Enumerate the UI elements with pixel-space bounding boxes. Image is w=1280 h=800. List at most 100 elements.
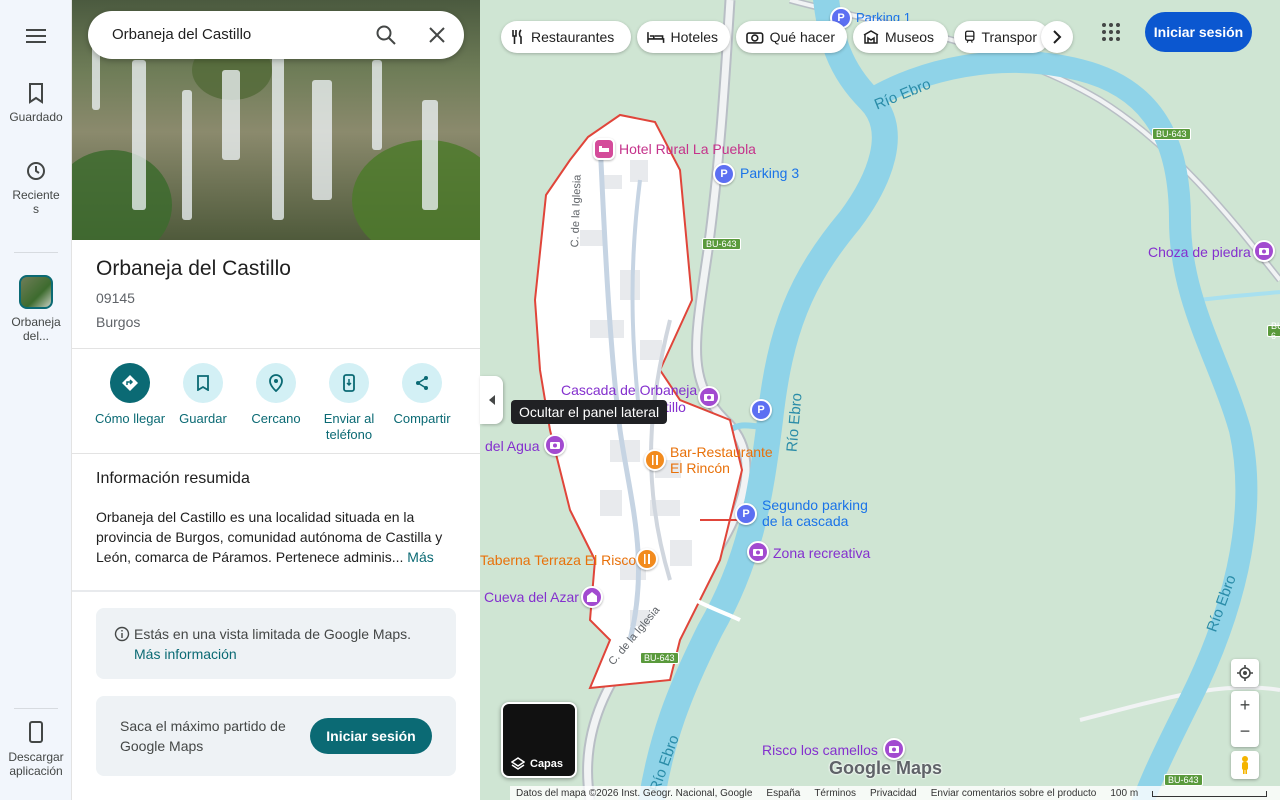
camera-icon	[746, 32, 764, 44]
search-box[interactable]: Orbaneja del Castillo	[88, 11, 464, 59]
zoom-out-icon[interactable]: −	[1240, 719, 1251, 747]
segundo-parking-label[interactable]: Segundo parking	[762, 497, 868, 513]
limited-view-text: Estás en una vista limitada de Google Ma…	[134, 626, 412, 642]
chip-label: Transpor	[981, 29, 1037, 45]
send-label-cont: teléfono	[325, 427, 373, 442]
scale-label[interactable]: 100 m	[1110, 788, 1138, 799]
rail-divider	[14, 252, 58, 253]
directions-icon	[122, 375, 138, 391]
promo-signin-button[interactable]: Iniciar sesión	[310, 718, 432, 754]
phone-send-icon	[343, 374, 355, 392]
taberna-label[interactable]: Taberna Terraza El Risco	[480, 552, 636, 568]
map-data-attribution: Datos del mapa ©2026 Inst. Geogr. Nacion…	[516, 787, 753, 799]
agua-label[interactable]: del Agua	[485, 438, 540, 454]
send-label: Enviar al	[323, 411, 375, 426]
road-badge: BU-643	[640, 652, 679, 664]
summary-text: Orbaneja del Castillo es una localidad s…	[96, 509, 443, 565]
saved-label: Guardado	[9, 110, 63, 124]
cueva-label[interactable]: Cueva del Azar	[484, 589, 579, 605]
search-icon[interactable]	[374, 23, 398, 47]
recent-place-label-cont: del...	[22, 329, 49, 343]
recent-label-cont: s	[33, 202, 39, 216]
risco-pin[interactable]	[883, 738, 905, 760]
promo-text-cont: Google Maps	[120, 738, 204, 754]
promo-text: Saca el máximo partido de	[120, 718, 286, 734]
signin-button[interactable]: Iniciar sesión	[1145, 12, 1252, 52]
zoom-in-icon[interactable]: +	[1240, 691, 1251, 719]
chip-label: Restaurantes	[531, 29, 615, 45]
bar-label-cont[interactable]: El Rincón	[670, 460, 730, 476]
directions-label: Cómo llegar	[94, 411, 166, 426]
send-to-phone-button[interactable]: Enviar al teléfono	[311, 363, 387, 443]
recent-place-label: Orbaneja	[11, 315, 61, 329]
cueva-pin[interactable]	[581, 586, 603, 608]
privacy-link[interactable]: Privacidad	[870, 788, 917, 799]
save-button[interactable]: Guardar	[165, 363, 241, 427]
layers-button[interactable]: Capas	[501, 702, 577, 778]
street-view-pegman[interactable]	[1231, 751, 1259, 779]
chip-label: Qué hacer	[769, 29, 835, 45]
zona-pin[interactable]	[747, 541, 769, 563]
choza-label[interactable]: Choza de piedra	[1148, 244, 1251, 260]
chip-hotels[interactable]: Hoteles	[637, 21, 730, 53]
bar-label[interactable]: Bar-Restaurante	[670, 444, 773, 460]
chip-things-to-do[interactable]: Qué hacer	[736, 21, 847, 53]
apps-grid-icon[interactable]	[1099, 20, 1123, 44]
menu-icon	[26, 29, 46, 43]
nearby-button[interactable]: Cercano	[238, 363, 314, 427]
chips-scroll-right[interactable]	[1041, 21, 1073, 53]
share-icon	[416, 376, 428, 390]
country-link[interactable]: España	[766, 788, 800, 799]
bookmark-icon	[29, 83, 43, 104]
bookmark-icon	[197, 375, 209, 391]
google-maps-logo: Google Maps	[829, 758, 943, 778]
chip-museums[interactable]: Museos	[853, 21, 948, 53]
feedback-link[interactable]: Enviar comentarios sobre el producto	[931, 788, 1097, 799]
agua-pin[interactable]	[544, 434, 566, 456]
chip-transport[interactable]: Transpor	[954, 21, 1049, 53]
choza-pin[interactable]	[1253, 240, 1275, 262]
place-thumbnail	[19, 275, 53, 309]
download-app-button[interactable]: Descargar aplicación	[0, 720, 72, 778]
history-icon	[27, 162, 45, 180]
camera-icon	[1259, 248, 1269, 255]
menu-button[interactable]	[0, 26, 72, 52]
saved-button[interactable]: Guardado	[0, 82, 72, 124]
close-icon[interactable]	[425, 23, 449, 47]
bar-pin[interactable]	[644, 449, 666, 471]
summary-more-link[interactable]: Más	[407, 549, 433, 565]
cascada-label[interactable]: Cascada de Orbaneja	[561, 382, 697, 398]
chip-label: Museos	[885, 29, 935, 45]
chip-restaurants[interactable]: Restaurantes	[501, 21, 631, 53]
cascada-pin[interactable]	[698, 386, 720, 408]
share-button[interactable]: Compartir	[384, 363, 460, 427]
more-info-link[interactable]: Más información	[134, 646, 237, 662]
recent-button[interactable]: Reciente s	[0, 160, 72, 216]
hotel-pin[interactable]	[593, 138, 615, 160]
terms-link[interactable]: Términos	[814, 788, 856, 799]
directions-button[interactable]: Cómo llegar	[92, 363, 168, 427]
risco-label[interactable]: Risco los camellos	[762, 742, 878, 758]
parking3-pin[interactable]: P	[713, 163, 735, 185]
parking3-label[interactable]: Parking 3	[740, 165, 799, 181]
scale-bar	[1152, 791, 1268, 797]
collapse-panel-button[interactable]	[480, 376, 503, 424]
my-location-button[interactable]	[1231, 659, 1259, 687]
summary-text-block: Orbaneja del Castillo es una localidad s…	[96, 507, 460, 567]
signin-label: Iniciar sesión	[1153, 24, 1244, 40]
zona-label[interactable]: Zona recreativa	[773, 545, 870, 561]
landmark-icon	[587, 592, 597, 602]
recent-place-orbaneja[interactable]: Orbaneja del...	[0, 275, 72, 343]
taberna-pin[interactable]	[636, 548, 658, 570]
divider	[72, 590, 480, 592]
restaurant-icon	[644, 554, 650, 564]
search-input[interactable]: Orbaneja del Castillo	[112, 26, 251, 43]
hotel-label[interactable]: Hotel Rural La Puebla	[619, 141, 756, 157]
road-badge: BU-643	[702, 238, 741, 250]
segundo-parking-label-cont[interactable]: de la cascada	[762, 513, 848, 529]
recent-label: Reciente	[12, 188, 60, 202]
pegman-icon	[1242, 756, 1248, 774]
segundo-parking-pin[interactable]: P	[735, 503, 757, 525]
parking-pin[interactable]: P	[750, 399, 772, 421]
parking-letter: P	[720, 168, 728, 180]
